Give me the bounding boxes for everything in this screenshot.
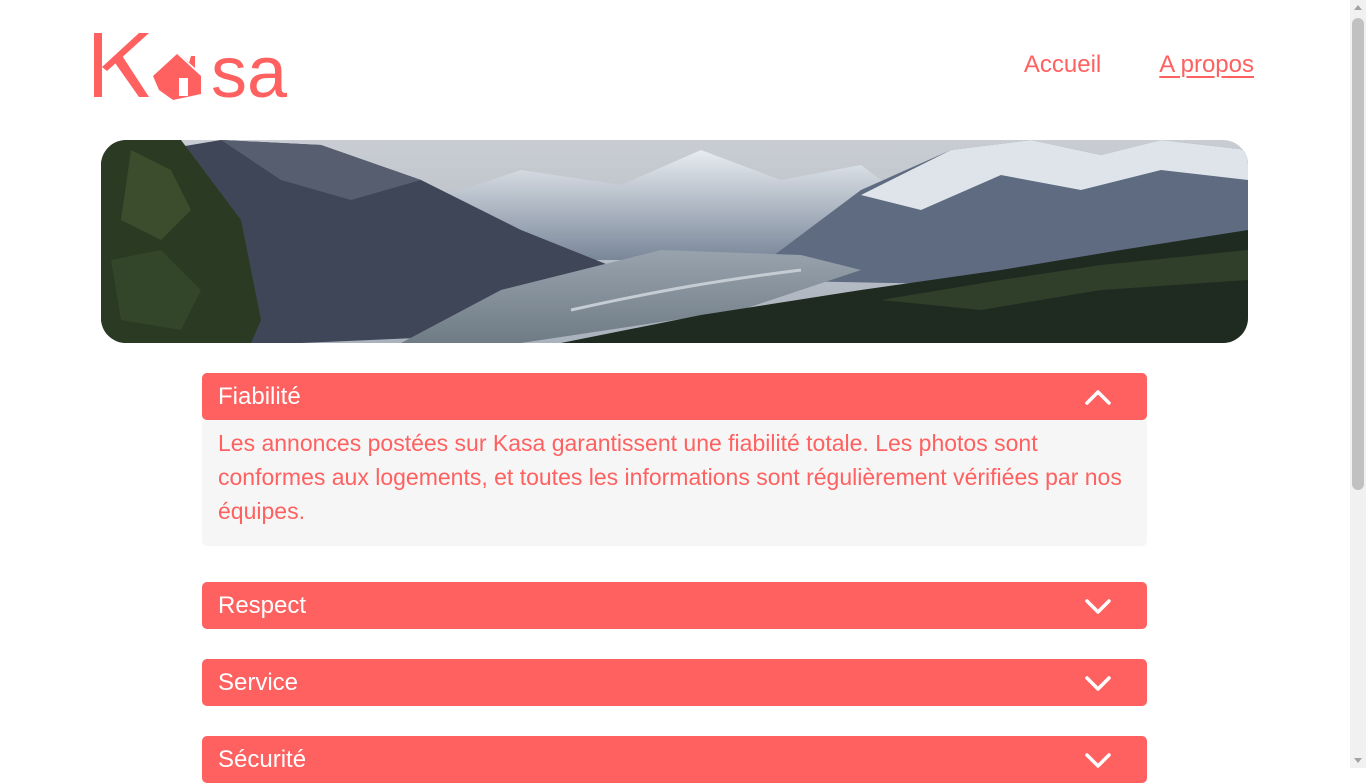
scroll-thumb[interactable] <box>1352 18 1364 490</box>
nav-apropos-link[interactable]: A propos <box>1159 48 1254 82</box>
chevron-down-icon[interactable] <box>1084 674 1112 692</box>
nav-accueil-link[interactable]: Accueil <box>1024 48 1101 82</box>
main-nav: Accueil A propos <box>1024 48 1254 82</box>
collapse-fiabilite: Fiabilité Les annonces postées sur Kasa … <box>202 373 1147 546</box>
collapse-title: Sécurité <box>218 745 307 773</box>
collapse-respect: Respect <box>202 582 1147 629</box>
collapse-fiabilite-header[interactable]: Fiabilité <box>202 373 1147 420</box>
collapse-securite-header[interactable]: Sécurité <box>202 736 1147 783</box>
collapse-respect-header[interactable]: Respect <box>202 582 1147 629</box>
scroll-down-icon[interactable] <box>1354 758 1362 763</box>
collapse-service: Service <box>202 659 1147 706</box>
collapse-text: Les annonces postées sur Kasa garantisse… <box>218 430 1122 524</box>
collapse-title: Respect <box>218 591 307 619</box>
about-banner <box>101 140 1248 343</box>
chevron-up-icon[interactable] <box>1084 388 1112 406</box>
collapse-title: Service <box>218 668 299 696</box>
page-scrollbar[interactable] <box>1350 0 1366 768</box>
kasa-logo[interactable]: sa <box>93 30 308 113</box>
collapse-title: Fiabilité <box>218 382 301 410</box>
scroll-up-icon[interactable] <box>1354 5 1362 10</box>
chevron-down-icon[interactable] <box>1084 597 1112 615</box>
mountain-landscape-image <box>101 140 1248 343</box>
collapse-fiabilite-content: Les annonces postées sur Kasa garantisse… <box>202 416 1147 546</box>
logo-image: sa <box>94 33 288 113</box>
collapse-service-header[interactable]: Service <box>202 659 1147 706</box>
collapse-securite: Sécurité <box>202 736 1147 783</box>
svg-text:sa: sa <box>211 33 288 102</box>
chevron-down-icon[interactable] <box>1084 751 1112 769</box>
